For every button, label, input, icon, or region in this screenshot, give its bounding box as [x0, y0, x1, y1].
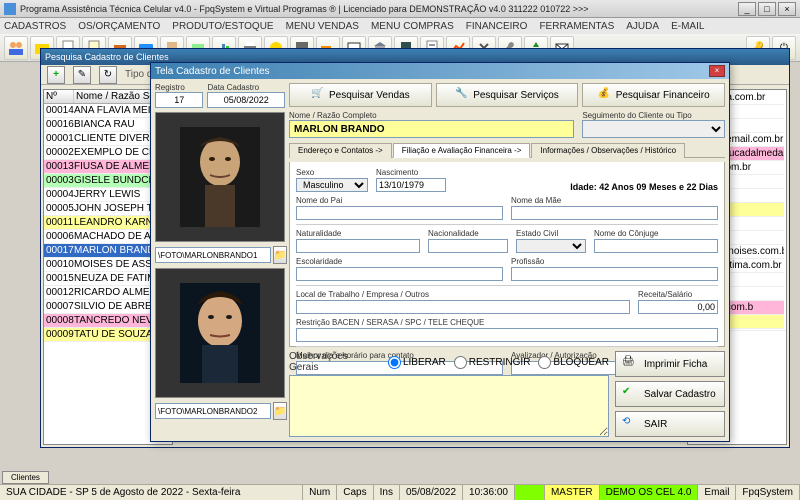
pesquisar-financeiro-button[interactable]: 💰Pesquisar Financeiro: [582, 83, 725, 107]
escolaridade-label: Escolaridade: [296, 257, 503, 266]
photo2-browse-button[interactable]: 📁: [273, 402, 287, 420]
restringir-radio[interactable]: RESTRINGIR: [454, 356, 531, 369]
refresh-icon[interactable]: ↻: [99, 66, 117, 84]
grid-header-num[interactable]: Nº: [44, 90, 74, 103]
mdi-tabs: Clientes: [2, 471, 49, 484]
imprimir-button[interactable]: 🖨Imprimir Ficha: [615, 351, 725, 377]
profissao-input[interactable]: [511, 267, 718, 281]
localtrabalho-label: Local de Trabalho / Empresa / Outros: [296, 290, 630, 299]
nomepai-input[interactable]: [296, 206, 503, 220]
escolaridade-input[interactable]: [296, 267, 503, 281]
status-blank: [515, 485, 545, 500]
bloquear-radio[interactable]: BLOQUEAR: [538, 356, 609, 369]
registro-label: Registro: [155, 83, 203, 92]
tb-users-icon[interactable]: [4, 36, 28, 60]
localtrabalho-input[interactable]: [296, 300, 630, 314]
salvar-button[interactable]: ✔Salvar Cadastro: [615, 381, 725, 407]
statusbar: SUA CIDADE - SP 5 de Agosto de 2022 - Se…: [0, 484, 800, 500]
nome-input[interactable]: [289, 120, 574, 138]
dialog-close-button[interactable]: ×: [709, 65, 725, 77]
minimize-button[interactable]: _: [738, 2, 756, 16]
menu-financeiro[interactable]: FINANCEIRO: [466, 21, 528, 32]
status-demo: DEMO OS CEL 4.0: [600, 485, 699, 500]
form-pane: 🛒Pesquisar Vendas 🔧Pesquisar Serviços 💰P…: [289, 83, 725, 437]
nomemae-label: Nome da Mãe: [511, 196, 718, 205]
tab-content: SexoMasculino Nascimento Idade: 42 Anos …: [289, 162, 725, 347]
sexo-select[interactable]: Masculino: [296, 178, 368, 192]
estadocivil-label: Estado Civil: [516, 229, 586, 238]
obs-label: Observações Gerais: [289, 351, 380, 373]
sair-button[interactable]: ⟲SAIR: [615, 411, 725, 437]
status-caps: Caps: [337, 485, 373, 500]
status-date: 05/08/2022: [400, 485, 463, 500]
photo2-path-input[interactable]: [155, 403, 271, 419]
estadocivil-select[interactable]: [516, 239, 586, 253]
status-ins: Ins: [374, 485, 400, 500]
conjuge-label: Nome do Cônjuge: [594, 229, 718, 238]
menu-compras[interactable]: MENU COMPRAS: [371, 21, 454, 32]
photo1-path-input[interactable]: [155, 247, 271, 263]
menu-email[interactable]: E-MAIL: [671, 21, 704, 32]
idade-text: Idade: 42 Anos 09 Meses e 22 Dias: [570, 182, 718, 192]
tab-endereco[interactable]: Endereço e Contatos ->: [289, 143, 392, 158]
registro-input[interactable]: [155, 92, 203, 108]
sexo-label: Sexo: [296, 168, 368, 177]
menubar: CADASTROS OS/ORÇAMENTO PRODUTO/ESTOQUE M…: [0, 18, 800, 34]
restricao-input[interactable]: [296, 328, 718, 342]
seguimento-select[interactable]: [582, 120, 725, 138]
status-sys: FpqSystem: [736, 485, 800, 500]
cadastro-dialog: Tela Cadastro de Clientes × Registro Dat…: [150, 62, 730, 442]
nome-label: Nome / Razão Completo: [289, 111, 574, 120]
menu-os[interactable]: OS/ORÇAMENTO: [78, 21, 160, 32]
status-email: Email: [698, 485, 736, 500]
photo-pane: Registro Data Cadastro 📁 🔍: [155, 83, 285, 437]
tabs: Endereço e Contatos -> Filiação e Avalia…: [289, 142, 725, 158]
edit-icon[interactable]: ✎: [73, 66, 91, 84]
naturalidade-label: Naturalidade: [296, 229, 420, 238]
tab-filiacao[interactable]: Filiação e Avaliação Financeira ->: [393, 143, 531, 158]
datacadastro-input[interactable]: [207, 92, 285, 108]
photo2: [155, 268, 285, 398]
menu-produto[interactable]: PRODUTO/ESTOQUE: [172, 21, 273, 32]
menu-cadastros[interactable]: CADASTROS: [4, 21, 66, 32]
seguimento-label: Seguimento do Cliente ou Tipo: [582, 111, 725, 120]
dialog-titlebar[interactable]: Tela Cadastro de Clientes ×: [151, 63, 729, 79]
pesquisar-vendas-button[interactable]: 🛒Pesquisar Vendas: [289, 83, 432, 107]
nascimento-label: Nascimento: [376, 168, 446, 177]
receita-label: Receita/Salário: [638, 290, 718, 299]
mdi-tab-clientes[interactable]: Clientes: [2, 471, 49, 484]
receita-input[interactable]: [638, 300, 718, 314]
status-num: Num: [303, 485, 337, 500]
maximize-button[interactable]: □: [758, 2, 776, 16]
dialog-title-text: Tela Cadastro de Clientes: [155, 66, 270, 77]
conjuge-input[interactable]: [594, 239, 718, 253]
main-titlebar: Programa Assistência Técnica Celular v4.…: [0, 0, 800, 18]
add-icon[interactable]: +: [47, 66, 65, 84]
nacionalidade-input[interactable]: [428, 239, 508, 253]
nacionalidade-label: Nacionalidade: [428, 229, 508, 238]
status-master: MASTER: [545, 485, 600, 500]
status-location: SUA CIDADE - SP 5 de Agosto de 2022 - Se…: [0, 485, 303, 500]
close-button[interactable]: ×: [778, 2, 796, 16]
app-icon: [4, 3, 16, 15]
window-title: Programa Assistência Técnica Celular v4.…: [20, 4, 738, 14]
status-time: 10:36:00: [463, 485, 515, 500]
nascimento-input[interactable]: [376, 178, 446, 192]
obs-textarea[interactable]: [289, 375, 609, 437]
nomepai-label: Nome do Pai: [296, 196, 503, 205]
nomemae-input[interactable]: [511, 206, 718, 220]
datacadastro-label: Data Cadastro: [207, 83, 285, 92]
pesquisar-servicos-button[interactable]: 🔧Pesquisar Serviços: [436, 83, 579, 107]
photo1: [155, 112, 285, 242]
profissao-label: Profissão: [511, 257, 718, 266]
tab-informacoes[interactable]: Informações / Observações / Histórico: [531, 143, 685, 158]
naturalidade-input[interactable]: [296, 239, 420, 253]
menu-ferramentas[interactable]: FERRAMENTAS: [539, 21, 614, 32]
menu-vendas[interactable]: MENU VENDAS: [286, 21, 359, 32]
restricao-label: Restrição BACEN / SERASA / SPC / TELE CH…: [296, 318, 718, 327]
liberar-radio[interactable]: LIBERAR: [388, 356, 446, 369]
photo1-browse-button[interactable]: 📁: [273, 246, 287, 264]
menu-ajuda[interactable]: AJUDA: [626, 21, 659, 32]
